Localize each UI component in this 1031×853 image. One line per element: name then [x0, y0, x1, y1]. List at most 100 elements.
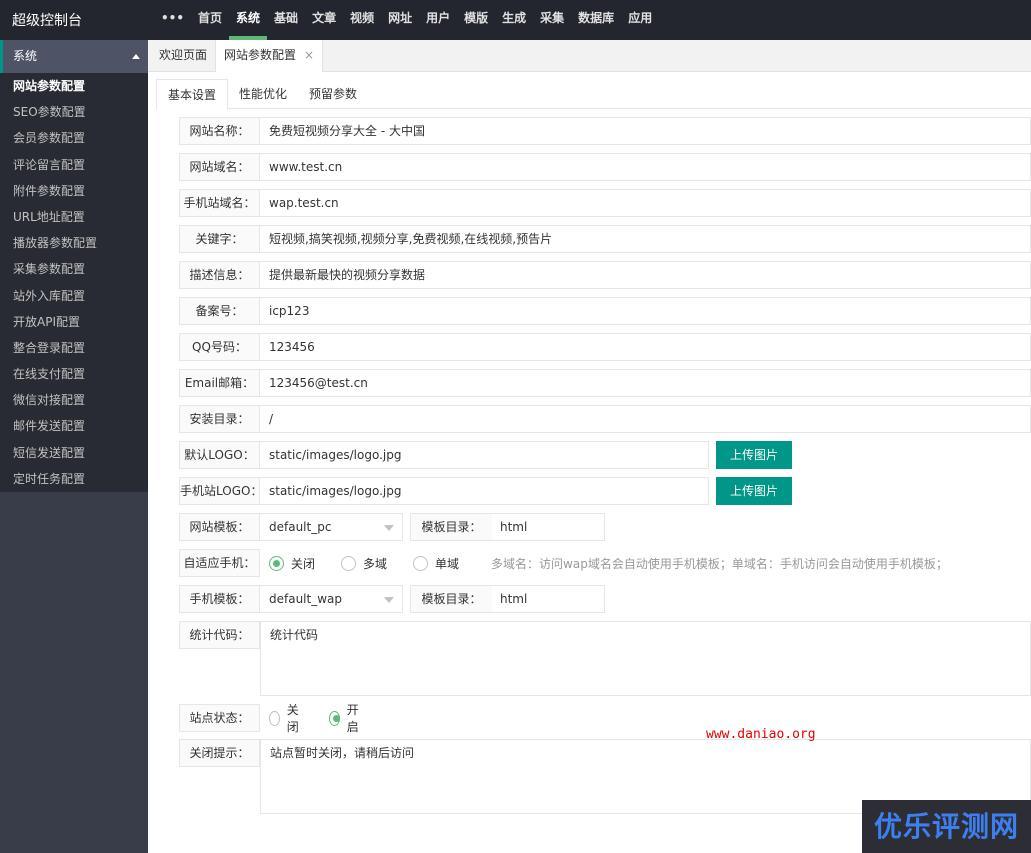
wap-template-select[interactable]: default_wap — [260, 585, 403, 613]
adaptive-single-label: 单域 — [435, 556, 460, 571]
radio-icon — [413, 555, 429, 571]
wap-template-label: 手机模板： — [179, 585, 260, 613]
keywords-label: 关键字： — [179, 225, 260, 253]
nav-system[interactable]: 系统 — [229, 0, 268, 40]
nav-template[interactable]: 模版 — [457, 0, 495, 40]
email-input[interactable]: 123456@test.cn — [260, 369, 1031, 397]
nav-apps[interactable]: 应用 — [621, 0, 659, 40]
description-label: 描述信息： — [179, 261, 260, 289]
template-dir-label: 模板目录： — [410, 513, 493, 541]
adaptive-multi-label: 多域 — [363, 556, 388, 571]
qq-input[interactable]: 123456 — [260, 333, 1031, 361]
page-tabs: 欢迎页面 网站参数配置 × — [148, 40, 1031, 72]
adaptive-single-radio[interactable]: 单域 — [413, 555, 459, 572]
status-off-radio[interactable]: 关闭 — [269, 701, 303, 735]
sidebar-item-cron-config[interactable]: 定时任务配置 — [0, 466, 148, 492]
tab-reserved-params[interactable]: 预留参数 — [298, 79, 368, 109]
stats-label: 统计代码： — [179, 621, 260, 649]
qq-label: QQ号码： — [179, 333, 260, 361]
upload-logo-button[interactable]: 上传图片 — [716, 441, 792, 469]
close-icon[interactable]: × — [304, 48, 314, 62]
wap-logo-label: 手机站LOGO： — [179, 477, 260, 505]
sidebar-item-api-config[interactable]: 开放API配置 — [0, 309, 148, 335]
adaptive-hint: 多域名：访问wap域名会自动使用手机模板；单域名：手机访问会自动使用手机模板； — [491, 556, 948, 571]
site-watermark: www.daniao.org — [706, 727, 816, 742]
nav-home[interactable]: 首页 — [191, 0, 229, 40]
nav-database[interactable]: 数据库 — [571, 0, 621, 40]
sidebar-menu: 网站参数配置 SEO参数配置 会员参数配置 评论留言配置 附件参数配置 URL地… — [0, 73, 148, 492]
chevron-down-icon — [384, 597, 394, 603]
wap-template-dir-label: 模板目录： — [410, 585, 493, 613]
tab-site-config-label: 网站参数配置 — [224, 48, 297, 62]
tab-performance[interactable]: 性能优化 — [228, 79, 298, 109]
nav-basic[interactable]: 基础 — [267, 0, 305, 40]
icp-label: 备案号： — [179, 297, 260, 325]
sidebar-item-collect-config[interactable]: 采集参数配置 — [0, 256, 148, 282]
wap-template-select-value: default_wap — [269, 592, 343, 606]
top-nav: ••• 首页 系统 基础 文章 视频 网址 用户 模版 生成 采集 数据库 应用 — [154, 0, 659, 40]
adaptive-label: 自适应手机： — [179, 549, 260, 577]
sidebar-item-site-config[interactable]: 网站参数配置 — [0, 73, 148, 99]
badge-watermark: 优乐评测网 — [862, 800, 1031, 853]
nav-generate[interactable]: 生成 — [495, 0, 533, 40]
sidebar-section-label: 系统 — [13, 49, 38, 63]
description-input[interactable]: 提供最新最快的视频分享数据 — [260, 261, 1031, 289]
adaptive-off-radio[interactable]: 关闭 — [269, 555, 315, 572]
install-dir-input[interactable]: / — [260, 405, 1031, 433]
upload-wap-logo-button[interactable]: 上传图片 — [716, 477, 792, 505]
icp-input[interactable]: icp123 — [260, 297, 1031, 325]
nav-url[interactable]: 网址 — [381, 0, 419, 40]
sidebar-item-comment-config[interactable]: 评论留言配置 — [0, 152, 148, 178]
sidebar-item-email-config[interactable]: 邮件发送配置 — [0, 413, 148, 439]
wap-domain-input[interactable]: wap.test.cn — [260, 189, 1031, 217]
sidebar-item-import-config[interactable]: 站外入库配置 — [0, 283, 148, 309]
sidebar-item-seo-config[interactable]: SEO参数配置 — [0, 99, 148, 125]
install-dir-label: 安装目录： — [179, 405, 260, 433]
wap-logo-input[interactable]: static/images/logo.jpg — [260, 477, 709, 505]
sidebar-item-wechat-config[interactable]: 微信对接配置 — [0, 387, 148, 413]
tab-welcome[interactable]: 欢迎页面 — [151, 40, 215, 72]
main-content: 欢迎页面 网站参数配置 × 基本设置 性能优化 预留参数 网站名称： 免费短视频分… — [148, 40, 1031, 853]
nav-user[interactable]: 用户 — [419, 0, 457, 40]
radio-checked-icon — [329, 710, 340, 726]
logo-input[interactable]: static/images/logo.jpg — [260, 441, 709, 469]
sidebar-item-payment-config[interactable]: 在线支付配置 — [0, 361, 148, 387]
status-off-label: 关闭 — [286, 703, 299, 734]
nav-article[interactable]: 文章 — [305, 0, 343, 40]
radio-icon — [269, 710, 280, 726]
nav-video[interactable]: 视频 — [343, 0, 381, 40]
sidebar-item-attachment-config[interactable]: 附件参数配置 — [0, 178, 148, 204]
template-dir-input[interactable]: html — [492, 513, 605, 541]
nav-more-icon[interactable]: ••• — [154, 0, 191, 40]
sidebar-item-login-config[interactable]: 整合登录配置 — [0, 335, 148, 361]
radio-icon — [341, 555, 357, 571]
sidebar-item-sms-config[interactable]: 短信发送配置 — [0, 440, 148, 466]
settings-tabs: 基本设置 性能优化 预留参数 — [156, 79, 1031, 110]
sidebar-item-player-config[interactable]: 播放器参数配置 — [0, 230, 148, 256]
tab-site-config[interactable]: 网站参数配置 × — [215, 40, 324, 72]
sidebar-item-url-config[interactable]: URL地址配置 — [0, 204, 148, 230]
adaptive-off-label: 关闭 — [291, 556, 316, 571]
site-domain-label: 网站域名： — [179, 153, 260, 181]
stats-textarea[interactable]: 统计代码 — [260, 621, 1031, 696]
wap-template-dir-input[interactable]: html — [492, 585, 605, 613]
template-select[interactable]: default_pc — [260, 513, 403, 541]
status-on-radio[interactable]: 开启 — [329, 701, 363, 735]
caret-up-icon — [132, 54, 140, 59]
nav-collect[interactable]: 采集 — [533, 0, 571, 40]
logo-label: 默认LOGO： — [179, 441, 260, 469]
site-domain-input[interactable]: www.test.cn — [260, 153, 1031, 181]
email-label: Email邮箱： — [179, 369, 260, 397]
sidebar-section-header[interactable]: 系统 — [0, 40, 148, 73]
template-label: 网站模板： — [179, 513, 260, 541]
close-tip-label: 关闭提示： — [179, 739, 260, 767]
template-select-value: default_pc — [269, 520, 332, 534]
chevron-down-icon — [384, 525, 394, 531]
wap-domain-label: 手机站域名： — [179, 189, 260, 217]
site-name-input[interactable]: 免费短视频分享大全 - 大中国 — [260, 117, 1031, 145]
adaptive-multi-radio[interactable]: 多域 — [341, 555, 387, 572]
tab-basic-settings[interactable]: 基本设置 — [156, 79, 229, 110]
sidebar-item-member-config[interactable]: 会员参数配置 — [0, 125, 148, 151]
site-name-label: 网站名称： — [179, 117, 260, 145]
keywords-input[interactable]: 短视频,搞笑视频,视频分享,免费视频,在线视频,预告片 — [260, 225, 1031, 253]
